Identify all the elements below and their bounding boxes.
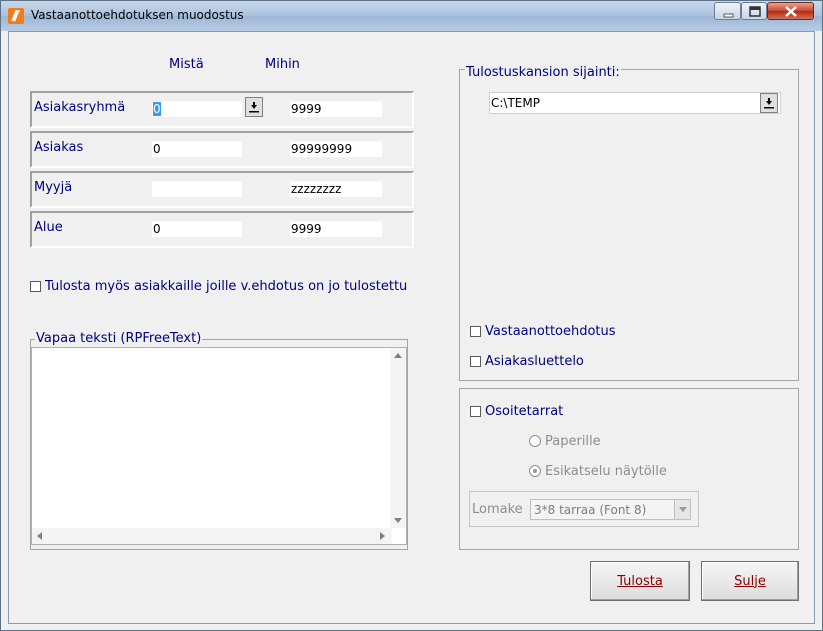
asiakasryhma-from-input[interactable]: 0 <box>152 101 242 117</box>
alue-to-input[interactable]: 9999 <box>290 221 382 237</box>
title-bar[interactable]: Vastaanottoehdotuksen muodostus <box>1 1 822 31</box>
esikatselu-radio[interactable] <box>529 465 541 477</box>
myyja-to-input[interactable]: zzzzzzzz <box>290 181 382 197</box>
free-text-area[interactable] <box>31 347 407 545</box>
column-header-to: Mihin <box>265 57 300 72</box>
main-window: Vastaanottoehdotuksen muodostus Mistä Mi… <box>0 0 823 631</box>
lomake-label: Lomake <box>472 502 523 517</box>
chevron-down-icon <box>679 507 687 512</box>
close-window-button[interactable] <box>767 2 814 20</box>
osoitetarrat-checkbox[interactable] <box>470 406 481 417</box>
app-logo-icon <box>8 8 24 24</box>
osoitetarrat-label: Osoitetarrat <box>485 404 564 419</box>
scroll-down-icon <box>394 518 402 523</box>
output-folder-legend: Tulostuskansion sijainti: <box>465 65 621 80</box>
dropdown-arrow-icon <box>249 102 259 113</box>
range-row-label: Myyjä <box>34 180 73 195</box>
asiakasluettelo-checkbox[interactable] <box>470 356 481 367</box>
free-text-value <box>32 348 392 528</box>
asiakasryhma-to-input[interactable]: 9999 <box>290 101 382 117</box>
lomake-select[interactable]: 3*8 tarraa (Font 8) <box>530 499 691 520</box>
minimize-icon <box>723 13 734 18</box>
output-folder-dropdown-button[interactable] <box>760 93 778 113</box>
maximize-icon <box>749 6 761 17</box>
vastaanottoehdotus-checkbox[interactable] <box>470 326 481 337</box>
asiakas-to-input[interactable]: 99999999 <box>290 141 382 157</box>
asiakas-from-input[interactable]: 0 <box>152 141 242 157</box>
dropdown-arrow-icon <box>764 98 774 109</box>
range-row-label: Asiakasryhmä <box>34 100 126 115</box>
vastaanottoehdotus-label: Vastaanottoehdotus <box>485 324 616 339</box>
paperille-label: Paperille <box>545 434 601 449</box>
range-row-label: Alue <box>34 220 63 235</box>
window-title: Vastaanottoehdotuksen muodostus <box>31 8 244 22</box>
lomake-select-arrow[interactable] <box>674 500 690 519</box>
print-button[interactable]: Tulosta <box>590 561 690 601</box>
scroll-up-icon <box>394 353 402 358</box>
close-icon <box>785 6 797 17</box>
alue-from-input[interactable]: 0 <box>152 221 242 237</box>
paperille-radio[interactable] <box>529 435 541 447</box>
horizontal-scrollbar[interactable] <box>32 528 392 544</box>
esikatselu-label: Esikatselu näytölle <box>545 464 667 479</box>
free-text-legend: Vapaa teksti (RPFreeText) <box>35 331 203 346</box>
output-folder-input[interactable]: C:\TEMP <box>489 92 781 114</box>
print-already-printed-label: Tulosta myös asiakkaille joille v.ehdotu… <box>45 279 408 294</box>
range-row-label: Asiakas <box>34 140 84 155</box>
column-header-from: Mistä <box>169 57 204 72</box>
print-already-printed-checkbox[interactable] <box>30 281 41 292</box>
minimize-button[interactable] <box>714 2 741 20</box>
maximize-button[interactable] <box>741 2 767 20</box>
scroll-left-icon <box>37 532 42 540</box>
scroll-right-icon <box>380 532 385 540</box>
close-button[interactable]: Sulje <box>701 561 799 601</box>
vertical-scrollbar[interactable] <box>390 348 406 528</box>
myyja-from-input[interactable] <box>152 181 242 197</box>
asiakasluettelo-label: Asiakasluettelo <box>485 354 584 369</box>
asiakasryhma-lookup-button[interactable] <box>245 97 263 117</box>
